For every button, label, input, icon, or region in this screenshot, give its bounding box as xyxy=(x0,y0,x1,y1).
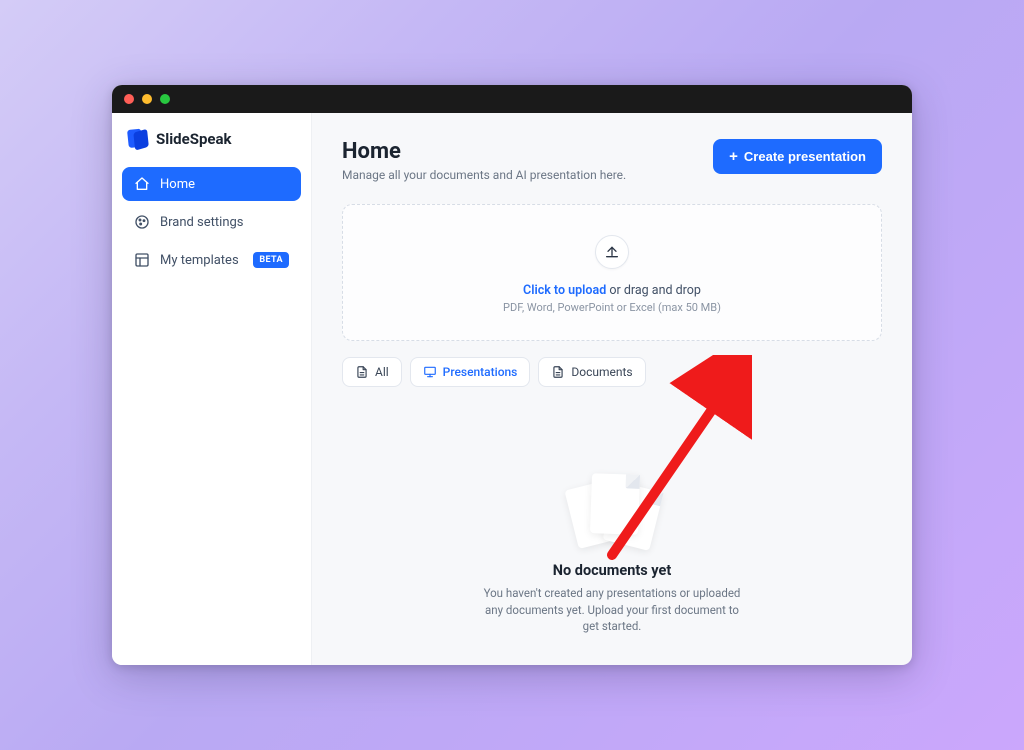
sidebar-item-brand-settings[interactable]: Brand settings xyxy=(122,205,301,239)
logo-icon xyxy=(127,128,149,150)
app-window: SlideSpeak Home Brand settings My templa… xyxy=(112,85,912,665)
empty-state: No documents yet You haven't created any… xyxy=(342,387,882,645)
upload-icon xyxy=(595,235,629,269)
document-icon xyxy=(355,365,369,379)
sidebar-item-label: My templates xyxy=(160,253,239,268)
create-presentation-button[interactable]: + Create presentation xyxy=(713,139,882,174)
window-minimize-button[interactable] xyxy=(142,94,152,104)
tab-label: Documents xyxy=(571,365,632,379)
empty-illustration xyxy=(567,474,657,544)
tab-all[interactable]: All xyxy=(342,357,402,387)
sidebar-item-label: Brand settings xyxy=(160,215,244,230)
empty-description: You haven't created any presentations or… xyxy=(482,585,742,635)
click-to-upload-link[interactable]: Click to upload xyxy=(523,283,606,298)
document-icon xyxy=(551,365,565,379)
window-zoom-button[interactable] xyxy=(160,94,170,104)
sidebar: SlideSpeak Home Brand settings My templa… xyxy=(112,113,312,665)
tab-presentations[interactable]: Presentations xyxy=(410,357,531,387)
tab-label: Presentations xyxy=(443,365,518,379)
content-tabs: All Presentations Documents xyxy=(342,357,882,387)
page-subtitle: Manage all your documents and AI present… xyxy=(342,168,626,182)
sidebar-item-home[interactable]: Home xyxy=(122,167,301,201)
presentation-icon xyxy=(423,365,437,379)
sidebar-item-label: Home xyxy=(160,177,195,192)
sidebar-item-my-templates[interactable]: My templates BETA xyxy=(122,243,301,277)
dropzone-hint: PDF, Word, PowerPoint or Excel (max 50 M… xyxy=(503,301,721,314)
brand-logo[interactable]: SlideSpeak xyxy=(122,129,301,149)
beta-badge: BETA xyxy=(253,252,289,268)
sidebar-nav: Home Brand settings My templates BETA xyxy=(122,167,301,277)
main-content: Home Manage all your documents and AI pr… xyxy=(312,113,912,665)
page-header: Home Manage all your documents and AI pr… xyxy=(342,139,882,182)
tab-documents[interactable]: Documents xyxy=(538,357,645,387)
page-title: Home xyxy=(342,139,626,164)
dropzone-text: Click to upload or drag and drop xyxy=(523,283,701,298)
upload-dropzone[interactable]: Click to upload or drag and drop PDF, Wo… xyxy=(342,204,882,341)
empty-title: No documents yet xyxy=(553,562,671,579)
home-icon xyxy=(134,176,150,192)
titlebar xyxy=(112,85,912,113)
plus-icon: + xyxy=(729,149,738,164)
tab-label: All xyxy=(375,365,389,379)
palette-icon xyxy=(134,214,150,230)
create-button-label: Create presentation xyxy=(744,149,866,164)
layout-icon xyxy=(134,252,150,268)
window-close-button[interactable] xyxy=(124,94,134,104)
brand-name: SlideSpeak xyxy=(156,130,232,148)
